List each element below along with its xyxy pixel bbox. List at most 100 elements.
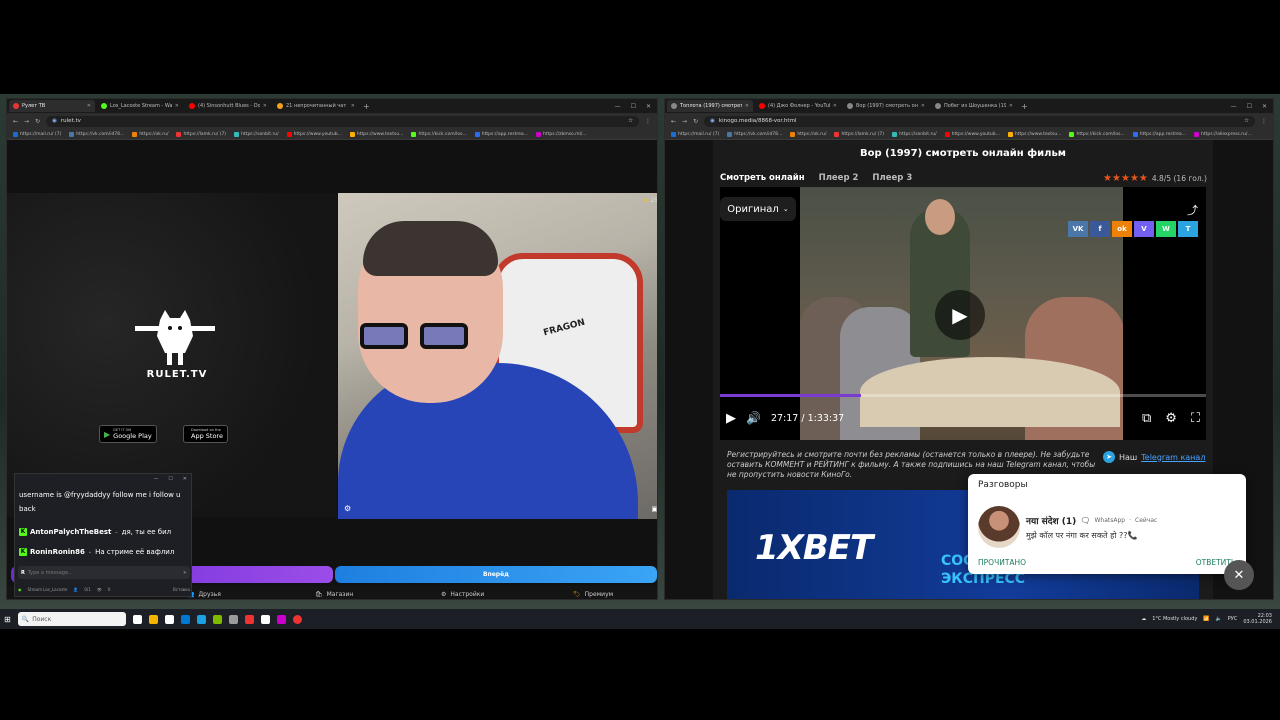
play-overlay-icon[interactable]: ▶ <box>935 290 985 340</box>
tab-close-icon[interactable]: ✕ <box>745 103 749 109</box>
site-info-icon[interactable]: ◉ <box>52 118 57 124</box>
progress-bar[interactable] <box>720 394 1206 397</box>
rating-stars[interactable]: ★★★★★ <box>1103 173 1148 184</box>
bookmark-item[interactable]: https://ok.ru/ <box>132 131 168 137</box>
back-icon[interactable]: ← <box>671 118 676 125</box>
nav-premium[interactable]: 🏷 Премиум <box>573 591 613 598</box>
new-tab-icon[interactable]: + <box>363 102 370 111</box>
close-icon[interactable]: ✕ <box>1262 103 1267 110</box>
star-icon[interactable]: ★ <box>1139 173 1148 184</box>
nav-friends[interactable]: 👥Друзья <box>187 591 221 598</box>
viber-icon[interactable]: V <box>1134 221 1154 237</box>
wifi-icon[interactable]: 📶 <box>1203 616 1209 622</box>
mark-read-button[interactable]: ПРОЧИТАНО <box>978 558 1026 567</box>
tab-close-icon[interactable]: ✕ <box>921 103 925 109</box>
star-icon[interactable]: ★ <box>1112 173 1121 184</box>
browser-tab[interactable]: (4) Sinsonhutt Blues - Doce...✕ <box>185 100 271 112</box>
chat-username[interactable]: AntonPalychTheBest <box>30 525 111 539</box>
menu-icon[interactable]: ⋮ <box>1261 118 1267 125</box>
video-player[interactable]: Оригинал ⌄ ⤴ VK f ok V W T ▶ ▶ 🔊 27:17 / 1:33… <box>720 187 1206 440</box>
telegram-icon[interactable]: T <box>1178 221 1198 237</box>
star-icon[interactable]: ★ <box>1121 173 1130 184</box>
back-icon[interactable]: ← <box>13 118 18 125</box>
maximize-icon[interactable]: ☐ <box>1247 103 1252 110</box>
close-icon[interactable]: ✕ <box>183 476 187 482</box>
app-icon[interactable] <box>244 614 254 624</box>
fullscreen-icon[interactable]: ⛶ <box>1191 411 1200 426</box>
tab-close-icon[interactable]: ✕ <box>351 103 355 109</box>
address-field[interactable]: ◉ rulet.tv ☆ <box>46 115 639 127</box>
minimize-icon[interactable]: — <box>153 476 158 482</box>
nav-settings[interactable]: ⚙ Настройки <box>441 591 484 598</box>
bookmark-star-icon[interactable]: ☆ <box>628 118 633 124</box>
browser-tab[interactable]: Вор (1997) смотреть онлайн ф...✕ <box>843 100 929 112</box>
bookmark-item[interactable]: https://www.textsu... <box>349 131 403 137</box>
bookmark-item[interactable]: https://aliexpress.ru/... <box>1193 131 1252 137</box>
reload-icon[interactable]: ↻ <box>35 118 40 125</box>
bookmark-item[interactable]: https://mail.ru/ (7) <box>671 131 719 137</box>
star-icon[interactable]: ★ <box>1130 173 1139 184</box>
forward-icon[interactable]: → <box>682 118 687 125</box>
report-icon[interactable]: ▣ <box>651 505 657 513</box>
tab-close-icon[interactable]: ✕ <box>833 103 837 109</box>
pip-icon[interactable]: ⧉ <box>1142 411 1151 426</box>
share-icon[interactable]: ⤴ <box>1187 202 1198 218</box>
browser-tab[interactable]: Los_Lacoste Stream - Watch Li...✕ <box>97 100 183 112</box>
play-icon[interactable]: ▶ <box>726 411 736 426</box>
tab-close-icon[interactable]: ✕ <box>175 103 179 109</box>
chat-username[interactable]: RoninRonin86 <box>30 545 85 559</box>
bookmark-item[interactable]: https://lamk.ru/ (7) <box>176 131 226 137</box>
bookmark-item[interactable]: https://www.youtub... <box>286 131 342 137</box>
minimize-icon[interactable]: — <box>1231 103 1237 110</box>
odnoklassniki-icon[interactable]: ok <box>1112 221 1132 237</box>
nav-shop[interactable]: 🛍 Магазин <box>315 591 353 598</box>
browser-tab[interactable]: Топлота (1997) смотреть онлай...✕ <box>667 100 753 112</box>
bookmark-item[interactable]: https://ok.ru/ <box>790 131 826 137</box>
tab-close-icon[interactable]: ✕ <box>87 103 91 109</box>
tab-player-3[interactable]: Плеер 3 <box>872 173 912 183</box>
next-button[interactable]: Вперёд <box>335 566 657 583</box>
new-tab-icon[interactable]: + <box>1021 102 1028 111</box>
minimize-icon[interactable]: — <box>615 103 621 110</box>
bookmark-item[interactable]: https://zbmso.ml/... <box>535 131 587 137</box>
browser-tab[interactable]: 21 непрочитанный чат ✕ <box>273 100 359 112</box>
whatsapp-icon[interactable]: W <box>1156 221 1176 237</box>
app-icon[interactable] <box>212 614 222 624</box>
settings-icon[interactable]: ⚙ <box>1165 411 1177 426</box>
tab-close-icon[interactable]: ✕ <box>263 103 267 109</box>
google-play-badge[interactable]: ▶ GET IT ON Google Play <box>99 425 157 443</box>
vk-icon[interactable]: VK <box>1068 221 1088 237</box>
app-icon[interactable] <box>228 614 238 624</box>
app-icon[interactable] <box>276 614 286 624</box>
close-icon[interactable]: ✕ <box>1224 560 1254 590</box>
volume-icon[interactable]: 🔊 <box>746 411 761 425</box>
tab-watch-online[interactable]: Смотреть онлайн <box>720 173 805 183</box>
telegram-link[interactable]: ➤ Наш Telegram канал <box>1103 451 1205 463</box>
forward-icon[interactable]: → <box>24 118 29 125</box>
site-info-icon[interactable]: ◉ <box>710 118 715 124</box>
tab-close-icon[interactable]: ✕ <box>1009 103 1013 109</box>
send-icon[interactable]: ➤ <box>183 570 187 576</box>
task-view-icon[interactable] <box>132 614 142 624</box>
chrome-icon[interactable] <box>292 614 302 624</box>
bookmark-item[interactable]: https://app.restrea... <box>474 131 528 137</box>
star-icon[interactable]: ★ <box>1103 173 1112 184</box>
app-icon[interactable] <box>180 614 190 624</box>
volume-icon[interactable]: 🔈 <box>1216 616 1222 622</box>
bookmark-item[interactable]: https://sonbit.ru/ <box>892 131 937 137</box>
app-icon[interactable] <box>260 614 270 624</box>
bookmark-item[interactable]: https://www.youtub... <box>944 131 1000 137</box>
chat-input[interactable]: R Type a message... ➤ <box>18 566 190 579</box>
address-field[interactable]: ◉ kinogo.media/8868-vor.html ☆ <box>704 115 1255 127</box>
bookmark-item[interactable]: https://www.textsu... <box>1007 131 1061 137</box>
tab-player-2[interactable]: Плеер 2 <box>819 173 859 183</box>
windows-start-icon[interactable]: ⊞ <box>4 615 11 624</box>
browser-tab[interactable]: Рулет ТВ ✕ <box>9 100 95 112</box>
bookmark-item[interactable]: https://kick.com/los... <box>411 131 467 137</box>
bookmark-item[interactable]: https://vk.com/id78... <box>69 131 124 137</box>
clock[interactable]: 22:03 03.01.2026 <box>1243 613 1272 625</box>
app-store-badge[interactable]: Download on the App Store <box>183 425 228 443</box>
bookmark-item[interactable]: https://sonbit.ru/ <box>234 131 279 137</box>
maximize-icon[interactable]: ☐ <box>631 103 636 110</box>
reload-icon[interactable]: ↻ <box>693 118 698 125</box>
